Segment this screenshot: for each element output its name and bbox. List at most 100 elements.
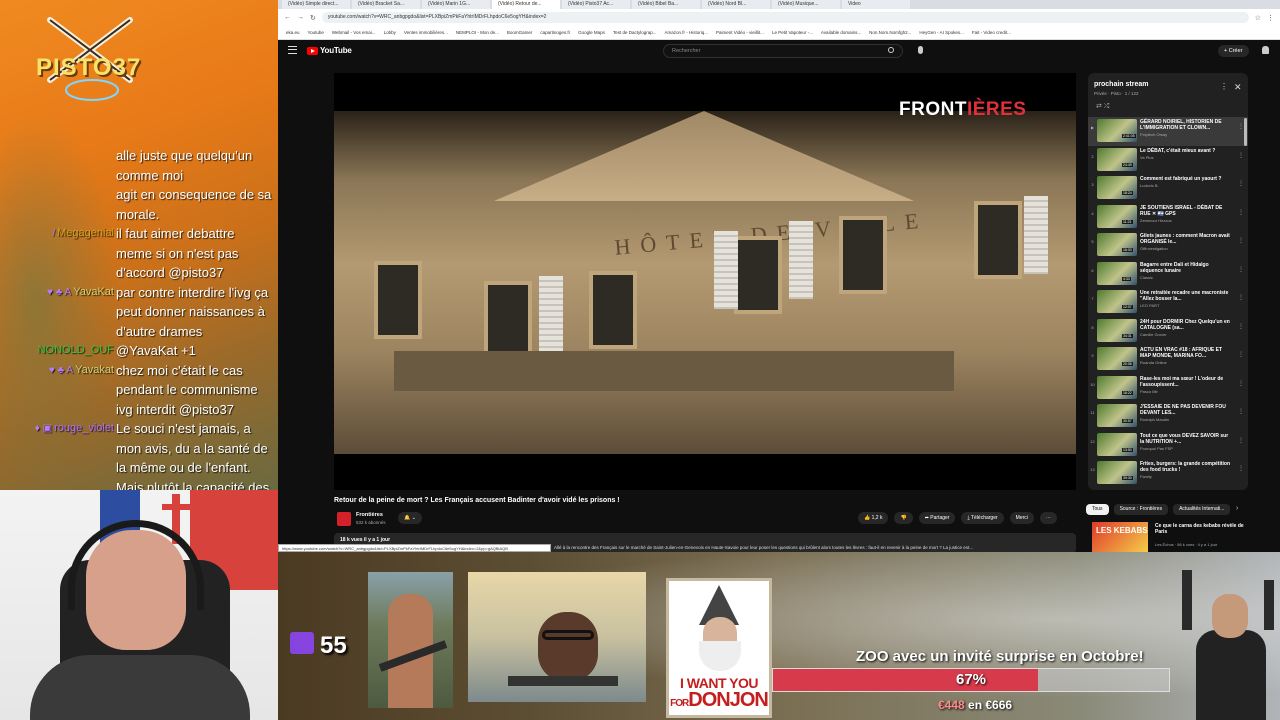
more-icon[interactable]: ⋮ xyxy=(1238,351,1244,358)
chat-badges: / xyxy=(52,228,56,239)
more-icon[interactable]: ⋮ xyxy=(1238,237,1244,244)
chat-username[interactable]: ♦ ▣ rouge_violet xyxy=(4,419,114,438)
bookmark-item[interactable]: BoomGamer xyxy=(507,30,533,35)
playlist-scrollbar[interactable] xyxy=(1244,118,1247,146)
more-icon[interactable]: ⋮ xyxy=(1238,437,1244,444)
more-icon[interactable]: ⋮ xyxy=(1238,180,1244,187)
browser-tab[interactable]: (Vidéo) Retour de... xyxy=(492,0,560,9)
bookmark-item[interactable]: NEMPLOI - Mon de... xyxy=(456,30,499,35)
browser-tab[interactable]: (Vidéo) Simple direct... xyxy=(282,0,350,9)
more-icon[interactable]: ⋮ xyxy=(1238,266,1244,273)
create-button[interactable]: + Créer xyxy=(1218,45,1249,57)
search-input[interactable]: Rechercher xyxy=(663,44,903,58)
back-icon[interactable]: ← xyxy=(284,14,291,21)
video-action-button[interactable]: ⤓ Télécharger xyxy=(961,512,1004,524)
bookmark-item[interactable]: Lobby xyxy=(384,30,396,35)
browser-tab[interactable]: (Vidéo) Marin 1G... xyxy=(422,0,490,9)
url-field[interactable]: youtube.com/watch?v=WRC_anbgpgdo&list=PL… xyxy=(321,12,1249,23)
playlist-item[interactable]: 13 39:30 Frites, burgers: la grande compét… xyxy=(1088,459,1248,488)
loop-shuffle-icon[interactable]: ⇄ ⤮ xyxy=(1096,102,1109,111)
more-icon[interactable]: ⋮ xyxy=(1238,294,1244,301)
playlist-item-index: ▶ xyxy=(1090,125,1095,130)
chat-username[interactable]: NONOLD_OUF xyxy=(4,341,114,360)
browser-tab[interactable]: (Vidéo) Bracket Sa... xyxy=(352,0,420,9)
bookmark-item[interactable]: Fait - Video credit... xyxy=(972,30,1011,35)
bookmark-item[interactable]: Available domains... xyxy=(821,30,861,35)
bookmark-item[interactable]: Non.Nom.Nomfgh2... xyxy=(869,30,911,35)
chat-username[interactable] xyxy=(4,185,114,204)
recommendation-title[interactable]: Ce que le carna des kebabs révèle de Par… xyxy=(1155,523,1245,535)
bookmark-item[interactable]: Google Maps xyxy=(578,30,605,35)
playlist-item[interactable]: 2 24:49 Le DÉBAT, c'était mieux avant ? Va … xyxy=(1088,146,1248,175)
bookmark-item[interactable]: Webmail - Vos emai... xyxy=(332,30,376,35)
browser-tab[interactable]: (Vidéo) Pisto37 Ac... xyxy=(562,0,630,9)
browser-tab[interactable]: (Vidéo) Musique... xyxy=(772,0,840,9)
more-icon[interactable]: ⋮ xyxy=(1238,380,1244,387)
close-icon[interactable]: ✕ xyxy=(1234,82,1242,93)
menu-icon[interactable] xyxy=(288,46,297,54)
more-icon[interactable]: ⋮ xyxy=(1238,408,1244,415)
playlist-item[interactable]: 5 16:03 Gilets jaunes : comment Macron ava… xyxy=(1088,231,1248,260)
browser-tab[interactable]: Video xyxy=(842,0,910,9)
playlist-item[interactable]: 10 16:22 Rase-les moi ma sœur ! L'odeur de… xyxy=(1088,374,1248,403)
video-action-button[interactable]: ➦ Partager xyxy=(918,512,956,524)
more-icon[interactable]: ⋮ xyxy=(1238,323,1244,330)
bookmark-item[interactable]: eka.eu xyxy=(286,30,300,35)
video-action-button[interactable]: Merci xyxy=(1009,512,1034,524)
browser-tab[interactable]: (Vidéo) Bibel Ba... xyxy=(632,0,700,9)
reload-icon[interactable]: ↻ xyxy=(310,14,316,22)
filter-chip[interactable]: Tous xyxy=(1086,504,1109,515)
video-player[interactable]: HÔTEL DE VILLE FRONTIÈRES xyxy=(334,73,1076,490)
chat-username[interactable]: ♥ ♣ A YavaKat xyxy=(4,283,114,302)
bookmark-item[interactable]: Ventes immobilières... xyxy=(404,30,448,35)
channel-avatar[interactable] xyxy=(337,512,351,526)
more-icon[interactable]: ⋮ xyxy=(1238,209,1244,216)
extensions-icon[interactable]: ⋮ xyxy=(1267,14,1274,22)
more-icon[interactable]: ⋮ xyxy=(1220,82,1228,91)
bookmark-item[interactable]: Amazon.fr - Historiq... xyxy=(664,30,708,35)
chevron-right-icon[interactable]: › xyxy=(1236,505,1238,512)
bookmark-item[interactable]: capartinoges.fr xyxy=(540,30,570,35)
star-icon[interactable]: ☆ xyxy=(1255,14,1261,22)
playlist-item[interactable]: 1418:03Dans la peau des femmes⋮ xyxy=(1088,488,1248,490)
playlist-item[interactable]: 4 11:21 JE SOUTIENS ISRAEL - DÉBAT DE RUE … xyxy=(1088,203,1248,232)
channel-name[interactable]: Frontières xyxy=(356,512,383,518)
search-icon[interactable] xyxy=(888,47,894,53)
playlist-item[interactable]: 3 18:24 Comment est fabriqué un yaourt ? Lu… xyxy=(1088,174,1248,203)
youtube-logo[interactable]: YouTube xyxy=(307,46,352,55)
chat-username[interactable] xyxy=(4,146,114,165)
playlist-item-title: JE SOUTIENS ISRAEL - DÉBAT DE RUE ✕ 🇮🇱 G… xyxy=(1140,204,1223,217)
playlist-item-thumbnail xyxy=(1097,290,1137,313)
mic-icon[interactable] xyxy=(918,46,923,54)
playlist-item[interactable]: 6 4:33 Bagarre entre Dali et Hidalgo séque… xyxy=(1088,260,1248,289)
playlist-item[interactable]: ▶ 2:41:05 GÉRARD NOIRIEL, HISTORIEN DE L'I… xyxy=(1088,117,1248,146)
playlist-item[interactable]: 8 34:31 24H pour DORMIR Chez Quelqu'un en … xyxy=(1088,317,1248,346)
playlist-item-thumbnail xyxy=(1097,404,1137,427)
video-action-button[interactable]: 👎 xyxy=(894,512,913,524)
bookmark-item[interactable]: Paiment Vidéo - vieillit... xyxy=(716,30,764,35)
playlist-title[interactable]: prochain stream xyxy=(1094,81,1148,88)
chat-username[interactable]: / Megagenial xyxy=(4,224,114,243)
browser-tab[interactable]: (Vidéo) Nord Bl... xyxy=(702,0,770,9)
filter-chip[interactable]: Actualités Internati... xyxy=(1173,504,1231,515)
video-action-button[interactable]: ⋯ xyxy=(1039,512,1057,524)
subscribe-bell-button[interactable]: 🔔 ⌄ xyxy=(398,512,422,524)
playlist-item-duration: 12:07 xyxy=(1122,305,1133,309)
playlist-item[interactable]: 12 13:50 Tout ce que vous DEVEZ SAVOIR sur… xyxy=(1088,431,1248,460)
chat-username[interactable]: ♥ ♣ A Yavakat xyxy=(4,361,114,380)
bookmark-item[interactable]: Youtube xyxy=(308,30,324,35)
bookmark-item[interactable]: Test de Dactylograp... xyxy=(613,30,657,35)
video-action-button[interactable]: 👍 1,2 k xyxy=(858,512,889,524)
bookmark-item[interactable]: Le Petit Vapoteur -... xyxy=(772,30,813,35)
playlist-item[interactable]: 7 12:07 Une retraitée recadre une macronis… xyxy=(1088,288,1248,317)
filter-chip[interactable]: Source : Frontières xyxy=(1113,504,1169,515)
notifications-icon[interactable] xyxy=(1262,46,1269,54)
forward-icon[interactable]: → xyxy=(297,14,304,21)
playlist-item[interactable]: 9 20:06 ACTU EN VRAC #18 : AFRIQUE ET MAP … xyxy=(1088,345,1248,374)
logo-text: PISTO37 xyxy=(36,54,142,81)
bookmark-item[interactable]: HeyGen - AI Spokes... xyxy=(919,30,964,35)
more-icon[interactable]: ⋮ xyxy=(1238,465,1244,472)
more-icon[interactable]: ⋮ xyxy=(1238,152,1244,159)
playlist-item[interactable]: 11 30:57 J'ESSAIE DE NE PAS DEVENIR FOU DE… xyxy=(1088,402,1248,431)
chat-badges: ♥ ♣ A xyxy=(47,286,72,298)
